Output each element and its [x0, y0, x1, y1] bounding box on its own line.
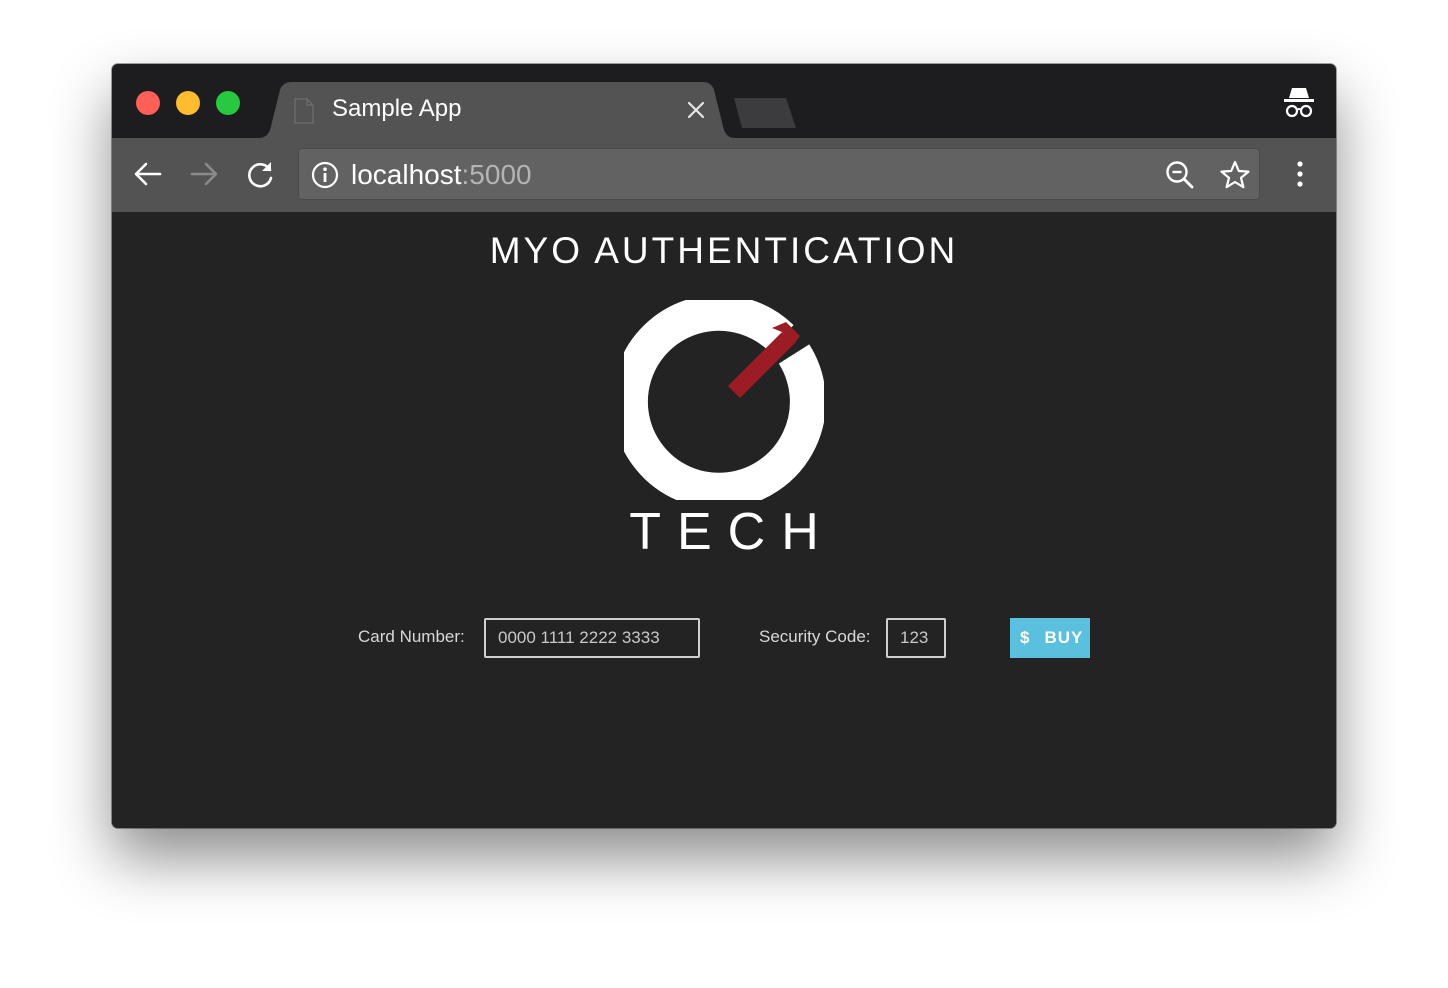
page-content: MYO AUTHENTICATION TECH Card Number: Sec…	[112, 212, 1336, 828]
window-close-button[interactable]	[136, 91, 160, 115]
incognito-icon	[1284, 88, 1314, 118]
buy-button-label: BUY	[1044, 628, 1084, 647]
page-title: MYO AUTHENTICATION	[489, 230, 959, 271]
title-bar: Sample App	[112, 64, 1336, 138]
security-code-input[interactable]	[886, 618, 946, 658]
card-number-label: Card Number:	[358, 627, 465, 646]
url-port: :5000	[461, 159, 532, 190]
url-host: localhost	[351, 159, 462, 190]
page-icon	[294, 98, 314, 124]
window-minimize-button[interactable]	[176, 91, 200, 115]
reload-icon[interactable]	[244, 158, 276, 190]
menu-dots-icon[interactable]	[1288, 160, 1312, 190]
dollar-icon: $	[1020, 628, 1031, 647]
info-icon[interactable]	[311, 161, 339, 189]
buy-button[interactable]: $ BUY	[1010, 618, 1090, 658]
tab-close-icon[interactable]	[684, 98, 708, 122]
card-number-input[interactable]	[484, 618, 700, 658]
tab-title: Sample App	[332, 95, 462, 122]
back-arrow-icon[interactable]	[132, 158, 164, 190]
logo-text: TECH	[629, 503, 835, 561]
forward-arrow-icon[interactable]	[188, 158, 220, 190]
security-code-label: Security Code:	[759, 627, 871, 646]
new-tab-button[interactable]	[732, 98, 798, 128]
url-text: localhost:5000	[351, 159, 532, 191]
browser-window: Sample App localhost:5000 MYO AUTHENTICA…	[112, 64, 1336, 828]
browser-toolbar: localhost:5000	[112, 138, 1336, 212]
window-maximize-button[interactable]	[216, 91, 240, 115]
address-bar[interactable]: localhost:5000	[298, 148, 1260, 200]
tab-sample-app[interactable]: Sample App	[258, 82, 736, 138]
zoom-out-icon[interactable]	[1165, 160, 1195, 190]
bookmark-star-icon[interactable]	[1219, 159, 1251, 191]
myo-tech-logo-mark	[624, 300, 824, 500]
